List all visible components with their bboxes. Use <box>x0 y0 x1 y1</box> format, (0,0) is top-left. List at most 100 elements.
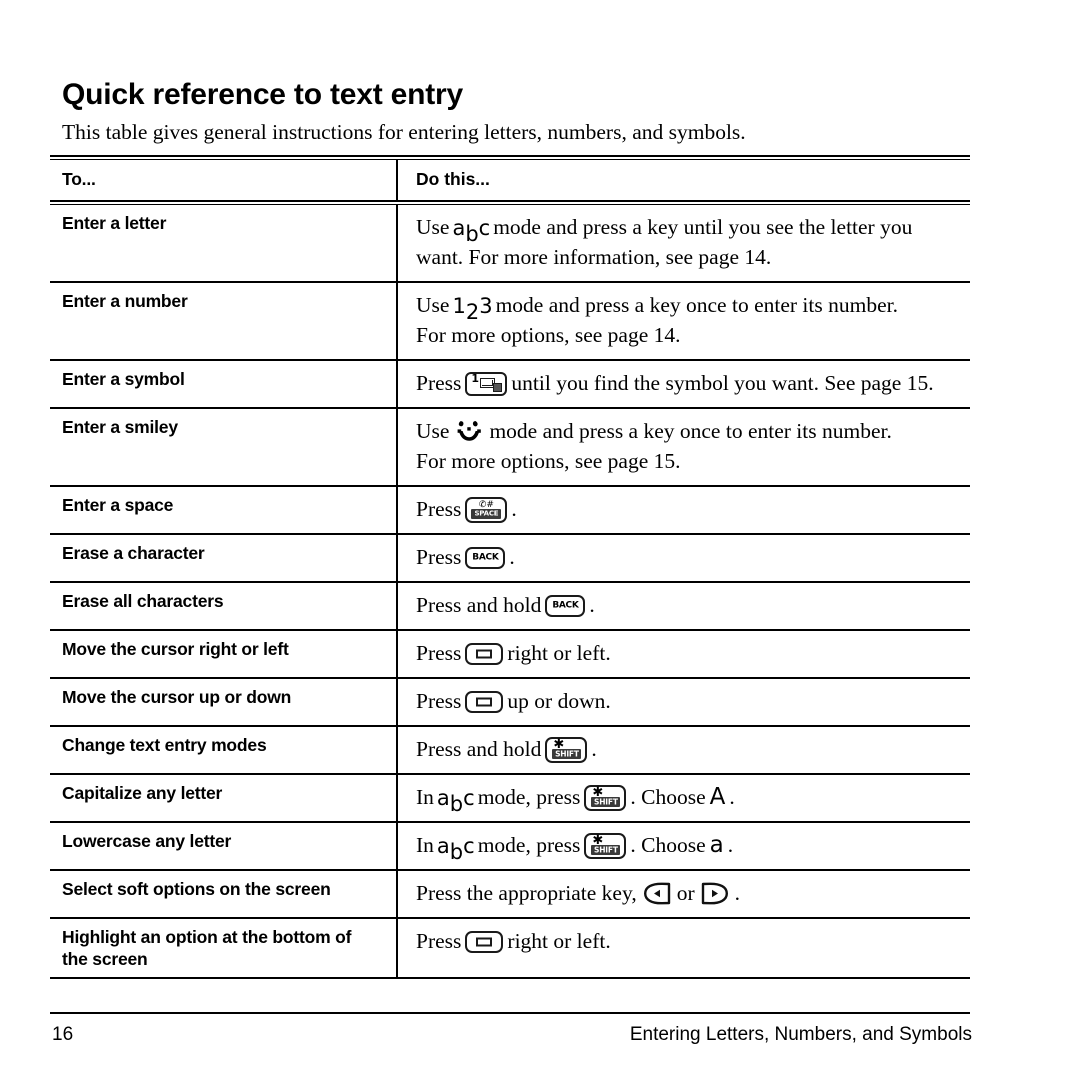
uppercase-choice-glyph: A <box>709 784 726 811</box>
row-label: Enter a space <box>62 495 174 516</box>
row-instruction: Use abc mode and press a key until you see… <box>396 205 970 281</box>
table-row: Lowercase any letter In abc mode, press ✱ SH… <box>50 823 970 870</box>
back-key-label: BACK <box>552 600 579 611</box>
instruction-text: up or down. <box>507 689 611 714</box>
table-row: Erase all characters Press and hold BACK. <box>50 583 970 630</box>
navigation-key-icon <box>465 931 504 954</box>
row-label: Select soft options on the screen <box>62 879 331 900</box>
shift-key-label: SHIFT <box>594 845 618 855</box>
instruction-text: Press and hold <box>416 737 542 762</box>
instruction-text: . <box>589 593 595 618</box>
back-key-icon: BACK <box>465 547 506 570</box>
row-instruction: Press BACK. <box>396 535 970 582</box>
row-instruction: Press right or left. <box>396 631 970 678</box>
table-row: Highlight an option at the bottom of the… <box>50 919 970 978</box>
instruction-text: In <box>416 833 434 858</box>
row-instruction: Use mode and press a key once to enter i… <box>396 409 970 486</box>
row-label-line1: Highlight an option at the bottom of <box>62 927 352 948</box>
header-cell-do-this: Do this... <box>396 160 970 200</box>
row-label: Change text entry modes <box>62 735 267 756</box>
table-row: Move the cursor up or down Press up or do… <box>50 679 970 726</box>
shift-key-label: SHIFT <box>555 749 579 759</box>
row-label: Highlight an option at the bottom of the… <box>50 919 396 977</box>
instruction-text: . Choose <box>630 785 706 810</box>
row-label: Erase all characters <box>62 591 224 612</box>
instruction-text: right or left. <box>507 641 611 666</box>
table-row: Erase a character Press BACK. <box>50 535 970 582</box>
instruction-text: mode and press a key until you see the l… <box>493 215 913 239</box>
instruction-text: Press <box>416 497 462 522</box>
instruction-text: until you find the symbol you want. See … <box>511 371 934 395</box>
abc-mode-icon: abc <box>436 786 475 817</box>
row-instruction: In abc mode, press ✱ SHIFT. Choose A. <box>396 775 970 822</box>
shift-key-icon: ✱ SHIFT <box>545 737 588 764</box>
instruction-text: Press the appropriate key, <box>416 881 637 906</box>
row-label-line2: the screen <box>62 949 148 970</box>
shift-key-icon: ✱ SHIFT <box>584 833 627 860</box>
instruction-text: Press <box>416 545 462 570</box>
instruction-text: mode, press <box>477 833 581 858</box>
123-mode-icon: 123 <box>452 294 493 324</box>
row-instruction: Press ✆# SPACE. <box>396 487 970 534</box>
text-entry-reference-table: To... Do this... Enter a letter Use abc mo… <box>50 155 970 980</box>
space-key-icon: ✆# SPACE <box>465 497 508 524</box>
shift-key-icon: ✱ SHIFT <box>584 785 627 812</box>
table-row: Enter a smiley Use mode and press a key … <box>50 409 970 486</box>
row-instruction: Press up or down. <box>396 679 970 726</box>
instruction-text: . <box>729 785 735 810</box>
instruction-text: . <box>727 833 734 858</box>
instruction-text-line2: For more options, see page 14. <box>416 323 681 347</box>
instruction-text: . Choose <box>630 833 706 858</box>
instruction-text: Press <box>416 371 462 395</box>
instruction-text: right or left. <box>507 929 611 954</box>
table-row: Capitalize any letter In abc mode, press ✱ S… <box>50 775 970 822</box>
abc-mode-icon: abc <box>452 216 491 246</box>
footer-section-title: Entering Letters, Numbers, and Symbols <box>629 1024 972 1045</box>
footer-page-number: 16 <box>52 1024 74 1045</box>
navigation-key-icon <box>465 691 504 714</box>
table-row: Change text entry modes Press and hold ✱ S… <box>50 727 970 774</box>
row-instruction: Press and hold ✱ SHIFT. <box>396 727 970 774</box>
row-instruction: Press right or left. <box>396 919 970 978</box>
footer-rule <box>50 1012 970 1014</box>
row-label: Capitalize any letter <box>62 783 223 804</box>
instruction-text: Use <box>416 293 450 317</box>
table-header-row: To... Do this... <box>50 160 970 200</box>
instruction-text: Press <box>416 689 462 714</box>
instruction-text: Press and hold <box>416 593 542 618</box>
smiley-mode-icon <box>454 418 484 444</box>
table-bottom-rule <box>50 977 970 980</box>
row-label: Enter a letter <box>62 213 167 233</box>
instruction-text: . <box>591 737 597 762</box>
instruction-text: . <box>509 545 515 570</box>
instruction-text: or <box>676 881 695 906</box>
abc-mode-icon: abc <box>436 834 475 865</box>
table-row: Enter a letter Use abc mode and press a ke… <box>50 205 970 281</box>
instruction-text: mode, press <box>477 785 581 810</box>
table-row: Enter a symbol Press 1 until you find the … <box>50 361 970 407</box>
back-key-icon: BACK <box>545 595 586 618</box>
navigation-key-icon <box>465 643 504 666</box>
row-instruction: Use 123 mode and press a key once to enter… <box>396 283 970 359</box>
left-soft-key-icon <box>642 882 672 905</box>
row-label: Move the cursor right or left <box>62 639 289 660</box>
row-label: Enter a symbol <box>62 369 185 389</box>
lowercase-choice-glyph: a <box>709 832 724 859</box>
instruction-text-line2: For more options, see page 15. <box>416 449 681 474</box>
document-page: Quick reference to text entry This table… <box>0 0 1080 1080</box>
row-label: Enter a smiley <box>62 417 178 437</box>
row-instruction: In abc mode, press ✱ SHIFT. Choose a. <box>396 823 970 870</box>
table-row: Enter a number Use 123 mode and press a ke… <box>50 283 970 359</box>
instruction-text: Press <box>416 641 462 666</box>
row-instruction: Press 1 until you find the symbol you want… <box>396 361 970 407</box>
instruction-text: Use <box>416 215 450 239</box>
table-row: Enter a space Press ✆# SPACE. <box>50 487 970 534</box>
instruction-text: mode and press a key once to enter its n… <box>489 419 892 443</box>
row-label: Move the cursor up or down <box>62 687 292 708</box>
instruction-text: . <box>511 497 517 522</box>
row-label: Enter a number <box>62 291 188 311</box>
space-key-label: SPACE <box>474 509 499 518</box>
header-cell-to: To... <box>62 169 96 189</box>
table-row: Move the cursor right or left Press right… <box>50 631 970 678</box>
row-instruction: Press and hold BACK. <box>396 583 970 630</box>
